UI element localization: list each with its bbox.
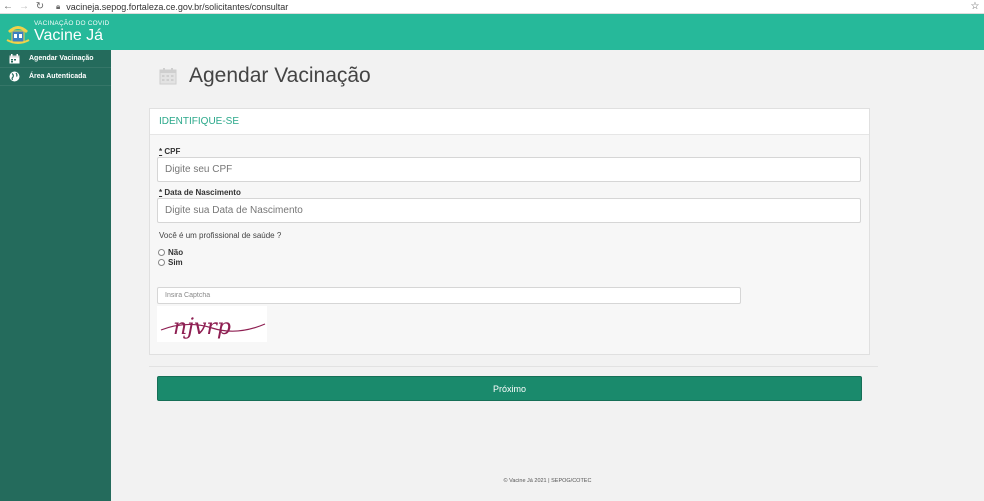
section-title: IDENTIFIQUE-SE bbox=[159, 116, 240, 127]
calendar-icon bbox=[7, 53, 21, 65]
radio-label: Não bbox=[168, 248, 184, 257]
next-button[interactable]: Próximo bbox=[157, 376, 862, 401]
star-icon[interactable]: ☆ bbox=[966, 1, 984, 12]
sidebar: Agendar Vacinação Área Autenticada bbox=[0, 50, 111, 501]
lock-icon: 🔒︎ bbox=[56, 1, 61, 11]
globe-icon bbox=[7, 71, 21, 83]
panel-header: IDENTIFIQUE-SE bbox=[150, 109, 869, 135]
cpf-label-text: CPF bbox=[164, 147, 181, 156]
cpf-input[interactable] bbox=[157, 157, 861, 182]
radio-option-nao[interactable]: Não bbox=[158, 248, 183, 257]
calendar-icon bbox=[159, 68, 177, 85]
footer-text: © Vacine Já 2021 | SEPOG/COTEC bbox=[503, 478, 592, 484]
cpf-label: * CPF bbox=[159, 147, 180, 156]
captcha-input[interactable] bbox=[157, 287, 741, 304]
forward-arrow-icon[interactable]: → bbox=[16, 1, 32, 12]
radio-button[interactable] bbox=[158, 249, 165, 256]
identify-panel: IDENTIFIQUE-SE * CPF * Data de Nasciment… bbox=[149, 108, 870, 355]
brand[interactable]: VACINAÇÃO DO COVID Vacine Já bbox=[34, 20, 109, 44]
sidebar-item-label: Agendar Vacinação bbox=[29, 55, 94, 62]
divider bbox=[149, 366, 878, 367]
sidebar-item-label: Área Autenticada bbox=[29, 73, 87, 80]
address-bar[interactable]: 🔒︎ vacineja.sepog.fortaleza.ce.gov.br/so… bbox=[56, 2, 966, 12]
reload-icon[interactable]: ↻ bbox=[32, 1, 48, 12]
birth-date-label-text: Data de Nascimento bbox=[164, 188, 241, 197]
radio-label: Sim bbox=[168, 258, 183, 267]
birth-date-input[interactable] bbox=[157, 198, 861, 223]
health-professional-question: Você é um profissional de saúde ? bbox=[159, 231, 282, 240]
brand-subtitle: VACINAÇÃO DO COVID bbox=[34, 20, 110, 27]
sidebar-item-agendar-vacinacao[interactable]: Agendar Vacinação bbox=[0, 50, 111, 68]
radio-button[interactable] bbox=[158, 259, 165, 266]
city-crest-logo bbox=[6, 26, 30, 44]
browser-toolbar: ← → ↻ 🔒︎ vacineja.sepog.fortaleza.ce.gov… bbox=[0, 0, 984, 14]
app-header: VACINAÇÃO DO COVID Vacine Já bbox=[0, 14, 984, 50]
page-title-text: Agendar Vacinação bbox=[189, 64, 371, 87]
brand-title: Vacine Já bbox=[34, 27, 104, 44]
sidebar-item-area-autenticada[interactable]: Área Autenticada bbox=[0, 68, 111, 86]
page-title: Agendar Vacinação bbox=[159, 64, 371, 88]
url-text: vacineja.sepog.fortaleza.ce.gov.br/solic… bbox=[66, 1, 289, 12]
radio-option-sim[interactable]: Sim bbox=[158, 258, 183, 267]
back-arrow-icon[interactable]: ← bbox=[0, 1, 16, 12]
required-mark: * bbox=[159, 188, 163, 197]
main-content: Agendar Vacinação IDENTIFIQUE-SE * CPF *… bbox=[111, 50, 984, 501]
captcha-image: njvrp bbox=[157, 306, 267, 342]
captcha-text: njvrp bbox=[173, 315, 231, 340]
birth-date-label: * Data de Nascimento bbox=[159, 188, 241, 197]
required-mark: * bbox=[159, 147, 163, 156]
